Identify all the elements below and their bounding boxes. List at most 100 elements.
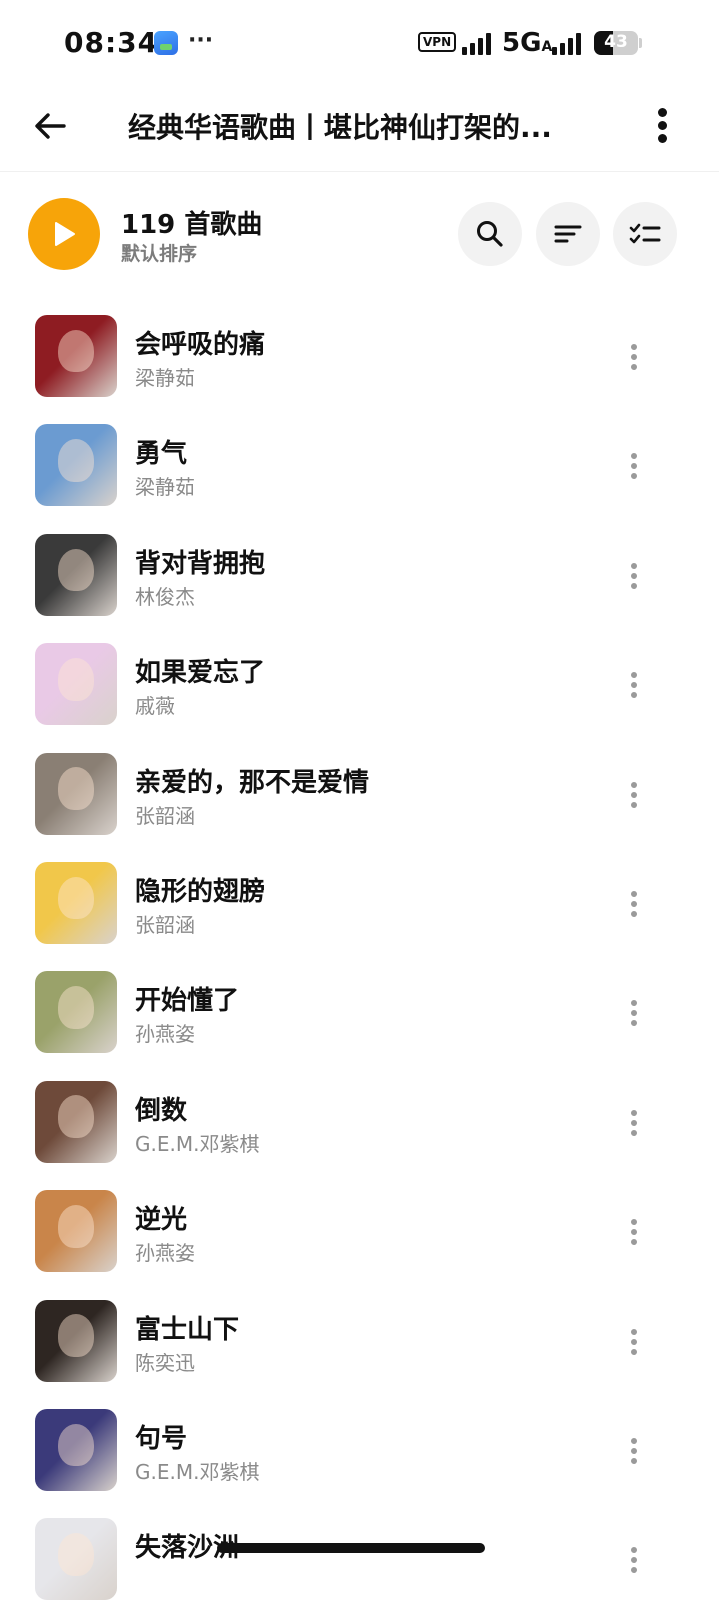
song-artist: 张韶涵 xyxy=(135,803,195,828)
song-title: 逆光 xyxy=(135,1205,188,1236)
more-vertical-icon xyxy=(631,453,637,460)
song-title: 如果爱忘了 xyxy=(135,658,266,689)
screen: 08:34 ··· VPN 5GA 43 经典华语歌曲丨堪比神仙打架的... 1… xyxy=(0,0,719,1600)
multi-select-button[interactable] xyxy=(613,202,677,266)
more-vertical-icon xyxy=(631,1219,637,1226)
song-row[interactable]: 失落沙洲 xyxy=(0,1509,719,1600)
song-more-button[interactable] xyxy=(622,1327,646,1357)
album-cover xyxy=(35,643,117,726)
page-title: 经典华语歌曲丨堪比神仙打架的... xyxy=(128,111,552,144)
song-more-button[interactable] xyxy=(622,1108,646,1138)
sort-label[interactable]: 默认排序 xyxy=(121,239,197,266)
more-vertical-icon xyxy=(631,1328,637,1335)
more-options-button[interactable] xyxy=(650,104,676,148)
more-vertical-icon xyxy=(631,1000,637,1007)
album-cover xyxy=(35,315,117,397)
playlist-toolbar: 119 首歌曲 默认排序 xyxy=(0,196,719,276)
song-row[interactable]: 勇气 梁静茹 xyxy=(0,415,719,524)
song-title: 背对背拥抱 xyxy=(135,548,266,579)
song-more-button[interactable] xyxy=(622,889,646,919)
song-artist: 林俊杰 xyxy=(135,584,195,609)
app-header: 经典华语歌曲丨堪比神仙打架的... xyxy=(0,86,719,172)
album-cover xyxy=(35,1518,117,1600)
album-cover xyxy=(35,533,117,616)
more-vertical-icon xyxy=(631,1437,637,1444)
search-icon xyxy=(477,221,503,247)
song-list: 会呼吸的痛 梁静茹 勇气 梁静茹 背对背拥抱 林俊杰 如果爱忘了 戚薇 亲爱的，那不是爱情 张韶涵… xyxy=(0,306,719,1600)
song-more-button[interactable] xyxy=(622,780,646,810)
song-more-button[interactable] xyxy=(622,561,646,591)
song-row[interactable]: 会呼吸的痛 梁静茹 xyxy=(0,306,719,415)
song-artist: 孙燕姿 xyxy=(135,1022,195,1047)
song-count: 119 首歌曲 xyxy=(121,210,263,240)
app-notification-icon xyxy=(154,31,178,55)
song-artist: 梁静茹 xyxy=(135,366,195,390)
home-gesture-bar[interactable] xyxy=(217,1543,485,1553)
song-title: 开始懂了 xyxy=(135,986,240,1017)
more-vertical-icon xyxy=(658,108,667,117)
song-more-button[interactable] xyxy=(622,342,646,372)
song-more-button[interactable] xyxy=(622,1436,646,1466)
more-vertical-icon xyxy=(631,1547,637,1554)
checklist-icon xyxy=(629,223,661,244)
signal-icon xyxy=(462,33,496,55)
more-notifications-icon: ··· xyxy=(188,28,214,53)
album-cover xyxy=(35,971,117,1054)
play-all-button[interactable] xyxy=(28,198,100,270)
play-icon xyxy=(55,222,75,246)
song-artist: 戚薇 xyxy=(135,694,175,719)
song-title: 隐形的翅膀 xyxy=(135,876,266,907)
status-time: 08:34 xyxy=(64,26,159,59)
song-artist: 张韶涵 xyxy=(135,912,195,937)
song-more-button[interactable] xyxy=(622,451,646,481)
album-cover xyxy=(35,861,117,944)
status-bar: 08:34 ··· VPN 5GA 43 xyxy=(0,0,719,86)
network-type: 5GA xyxy=(502,28,553,58)
more-vertical-icon xyxy=(631,890,637,897)
song-artist: G.E.M.邓紫棋 xyxy=(135,1131,260,1156)
song-row[interactable]: 背对背拥抱 林俊杰 xyxy=(0,525,719,634)
album-cover xyxy=(35,424,117,507)
song-more-button[interactable] xyxy=(622,1217,646,1247)
song-title: 富士山下 xyxy=(135,1314,240,1345)
song-row[interactable]: 富士山下 陈奕迅 xyxy=(0,1291,719,1400)
battery-icon: 43 xyxy=(594,31,638,55)
song-row[interactable]: 句号 G.E.M.邓紫棋 xyxy=(0,1400,719,1509)
album-cover xyxy=(35,752,117,835)
album-cover xyxy=(35,1299,117,1382)
battery-tip xyxy=(639,38,642,48)
album-cover xyxy=(35,1190,117,1273)
song-artist: 孙燕姿 xyxy=(135,1241,195,1266)
song-title: 句号 xyxy=(135,1423,188,1454)
vpn-icon: VPN xyxy=(418,32,457,52)
song-row[interactable]: 倒数 G.E.M.邓紫棋 xyxy=(0,1072,719,1181)
song-more-button[interactable] xyxy=(622,998,646,1028)
album-cover xyxy=(35,1080,117,1163)
song-title: 会呼吸的痛 xyxy=(135,330,266,360)
song-more-button[interactable] xyxy=(622,1545,646,1575)
song-row[interactable]: 逆光 孙燕姿 xyxy=(0,1181,719,1290)
sort-button[interactable] xyxy=(536,202,600,266)
back-arrow-icon xyxy=(35,113,66,139)
song-title: 勇气 xyxy=(135,439,188,470)
search-button[interactable] xyxy=(458,202,522,266)
more-vertical-icon xyxy=(631,344,637,350)
song-more-button[interactable] xyxy=(622,670,646,700)
battery-level: 43 xyxy=(604,32,628,52)
album-cover xyxy=(35,1408,117,1491)
back-button[interactable] xyxy=(28,104,72,148)
song-row[interactable]: 如果爱忘了 戚薇 xyxy=(0,634,719,743)
more-vertical-icon xyxy=(631,1109,637,1116)
song-artist: G.E.M.邓紫棋 xyxy=(135,1459,260,1484)
song-artist: 梁静茹 xyxy=(135,475,195,500)
sort-icon xyxy=(554,225,582,243)
song-title: 亲爱的，那不是爱情 xyxy=(135,767,370,798)
signal-icon-2 xyxy=(552,33,586,55)
more-vertical-icon xyxy=(631,781,637,788)
song-row[interactable]: 开始懂了 孙燕姿 xyxy=(0,962,719,1071)
song-row[interactable]: 亲爱的，那不是爱情张韶涵 xyxy=(0,744,719,853)
song-title: 倒数 xyxy=(135,1095,188,1126)
more-vertical-icon xyxy=(631,562,637,569)
more-vertical-icon xyxy=(631,672,637,679)
song-row[interactable]: 隐形的翅膀 张韶涵 xyxy=(0,853,719,962)
